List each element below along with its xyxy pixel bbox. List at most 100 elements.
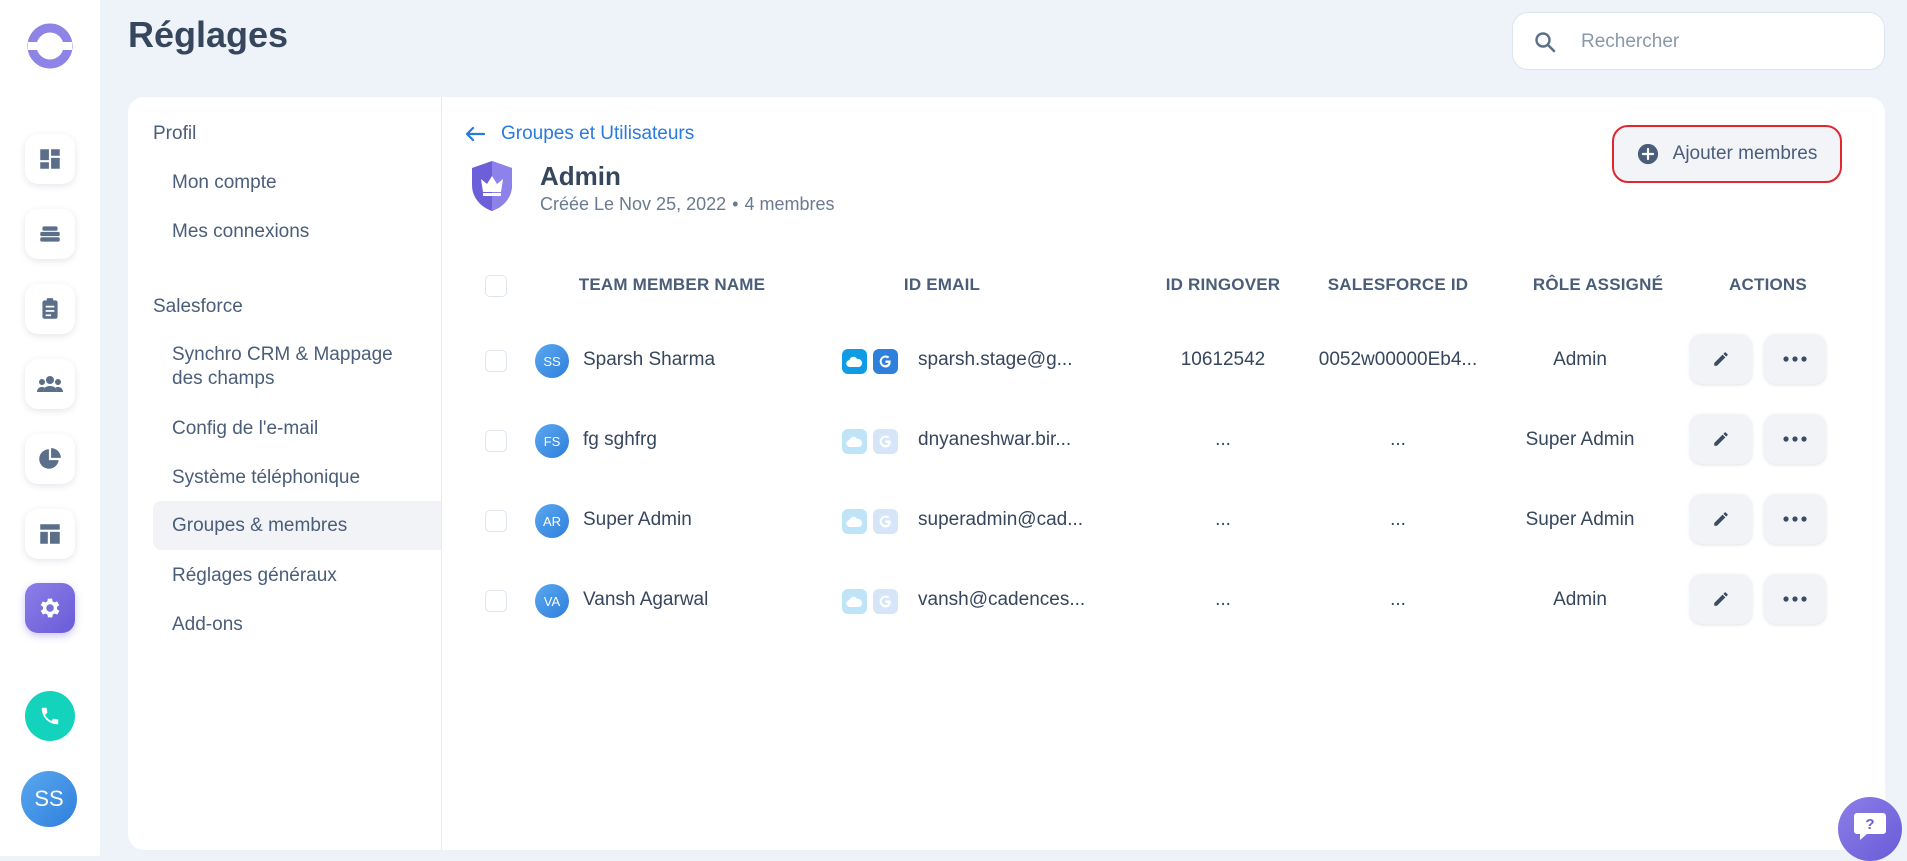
pencil-icon — [1714, 592, 1728, 606]
arrow-left-icon — [465, 126, 485, 142]
dashboard-icon — [40, 149, 60, 169]
more-options-button[interactable] — [1764, 334, 1826, 384]
member-email: vansh@cadences... — [918, 589, 1086, 610]
member-name[interactable]: Sparsh Sharma — [583, 349, 715, 371]
rail-pie-chart-button[interactable] — [25, 434, 75, 484]
more-options-button[interactable] — [1764, 414, 1826, 464]
nav-item-reglages-generaux[interactable]: Réglages généraux — [153, 564, 441, 588]
member-avatar: VA — [535, 584, 569, 618]
salesforce-icon — [842, 349, 867, 374]
more-horizontal-icon — [1783, 516, 1807, 522]
member-avatar: FS — [535, 424, 569, 458]
salesforce-icon — [842, 509, 867, 534]
rail-layout-button[interactable] — [25, 509, 75, 559]
clipboard-icon — [42, 298, 58, 319]
svg-text:?: ? — [1865, 816, 1874, 833]
help-chat-button[interactable]: ? — [1838, 797, 1902, 861]
back-link-label: Groupes et Utilisateurs — [501, 123, 695, 144]
column-header-ringover[interactable]: ID RINGOVER — [1158, 275, 1288, 295]
group-name: Admin — [540, 161, 621, 191]
meta-separator: • — [732, 194, 739, 214]
member-avatar: AR — [535, 504, 569, 538]
google-icon — [873, 349, 898, 374]
group-meta: Créée Le Nov 25, 2022 • 4 membres — [540, 194, 834, 215]
column-header-role[interactable]: RÔLE ASSIGNÉ — [1498, 275, 1698, 295]
back-link[interactable]: Groupes et Utilisateurs — [465, 123, 694, 145]
edit-button[interactable] — [1690, 414, 1752, 464]
row-checkbox[interactable] — [485, 510, 507, 532]
rail-clipboard-button[interactable] — [25, 284, 75, 334]
more-horizontal-icon — [1783, 436, 1807, 442]
user-avatar[interactable]: SS — [21, 771, 77, 827]
rail-dashboard-button[interactable] — [25, 134, 75, 184]
nav-item-add-ons[interactable]: Add-ons — [153, 613, 441, 637]
salesforce-icon — [842, 589, 867, 614]
edit-button[interactable] — [1690, 574, 1752, 624]
nav-item-mon-compte[interactable]: Mon compte — [153, 171, 441, 195]
nav-item-config-email[interactable]: Config de l'e-mail — [153, 417, 441, 441]
edit-button[interactable] — [1690, 494, 1752, 544]
member-name[interactable]: Super Admin — [583, 509, 692, 531]
member-salesforce-id: 0052w00000Eb4... — [1318, 349, 1478, 370]
row-checkbox[interactable] — [485, 590, 507, 612]
app-logo[interactable] — [26, 22, 74, 70]
pencil-icon — [1714, 432, 1728, 446]
more-options-button[interactable] — [1764, 494, 1826, 544]
member-name[interactable]: Vansh Agarwal — [583, 589, 708, 611]
column-header-email[interactable]: ID EMAIL — [836, 275, 1048, 295]
rail-stack-button[interactable] — [25, 209, 75, 259]
pencil-icon — [1714, 512, 1728, 526]
crown-shield-icon — [472, 161, 512, 211]
stack-icon — [40, 226, 60, 242]
member-ringover-id: ... — [1215, 589, 1231, 610]
google-icon — [873, 429, 898, 454]
search-icon — [1535, 32, 1556, 53]
add-members-button[interactable]: Ajouter membres — [1612, 125, 1842, 183]
group-members-count: 4 membres — [744, 194, 835, 214]
edit-button[interactable] — [1690, 334, 1752, 384]
settings-nav: Profil Mon compte Mes connexions Salesfo… — [128, 97, 442, 850]
people-icon — [37, 376, 63, 392]
nav-item-mes-connexions[interactable]: Mes connexions — [153, 220, 441, 244]
search-input[interactable] — [1579, 27, 1863, 57]
table-row[interactable]: AR Super Admin superadmin@cad... ... ...… — [458, 481, 1868, 561]
salesforce-icon — [842, 429, 867, 454]
pie-chart-icon — [39, 448, 61, 469]
column-header-salesforce[interactable]: SALESFORCE ID — [1298, 275, 1498, 295]
more-horizontal-icon — [1783, 596, 1807, 602]
member-avatar: SS — [535, 344, 569, 378]
member-email: sparsh.stage@g... — [918, 349, 1073, 370]
rail-settings-button[interactable] — [25, 583, 75, 633]
rail-people-button[interactable] — [25, 359, 75, 409]
settings-card: Profil Mon compte Mes connexions Salesfo… — [128, 97, 1885, 850]
google-icon — [873, 589, 898, 614]
more-options-button[interactable] — [1764, 574, 1826, 624]
column-header-actions[interactable]: ACTIONS — [1718, 275, 1818, 295]
gear-icon — [40, 598, 60, 618]
member-role: Super Admin — [1525, 509, 1635, 530]
column-header-name[interactable]: TEAM MEMBER NAME — [552, 275, 792, 295]
search-box[interactable] — [1512, 12, 1885, 70]
row-checkbox[interactable] — [485, 350, 507, 372]
plus-circle-icon — [1637, 143, 1658, 165]
member-ringover-id: 10612542 — [1180, 349, 1266, 370]
row-checkbox[interactable] — [485, 430, 507, 452]
member-role: Admin — [1553, 589, 1607, 610]
google-icon — [873, 509, 898, 534]
member-ringover-id: ... — [1215, 509, 1231, 530]
table-row[interactable]: SS Sparsh Sharma sparsh.stage@g... 10612… — [458, 321, 1868, 401]
nav-item-systeme-telephonique[interactable]: Système téléphonique — [153, 466, 441, 490]
member-salesforce-id: ... — [1390, 509, 1406, 530]
nav-item-synchro-crm[interactable]: Synchro CRM & Mappage des champs — [153, 343, 441, 391]
member-salesforce-id: ... — [1390, 429, 1406, 450]
member-role: Super Admin — [1525, 429, 1635, 450]
member-name[interactable]: fg sghfrg — [583, 429, 657, 451]
nav-item-groupes-membres[interactable]: Groupes & membres — [153, 501, 441, 550]
add-members-label: Ajouter membres — [1672, 143, 1818, 164]
app-rail: SS — [0, 0, 100, 856]
select-all-checkbox[interactable] — [485, 275, 507, 297]
table-row[interactable]: VA Vansh Agarwal vansh@cadences... ... .… — [458, 561, 1868, 641]
call-button[interactable] — [25, 691, 75, 741]
table-row[interactable]: FS fg sghfrg dnyaneshwar.bir... ... ... … — [458, 401, 1868, 481]
member-role: Admin — [1553, 349, 1607, 370]
